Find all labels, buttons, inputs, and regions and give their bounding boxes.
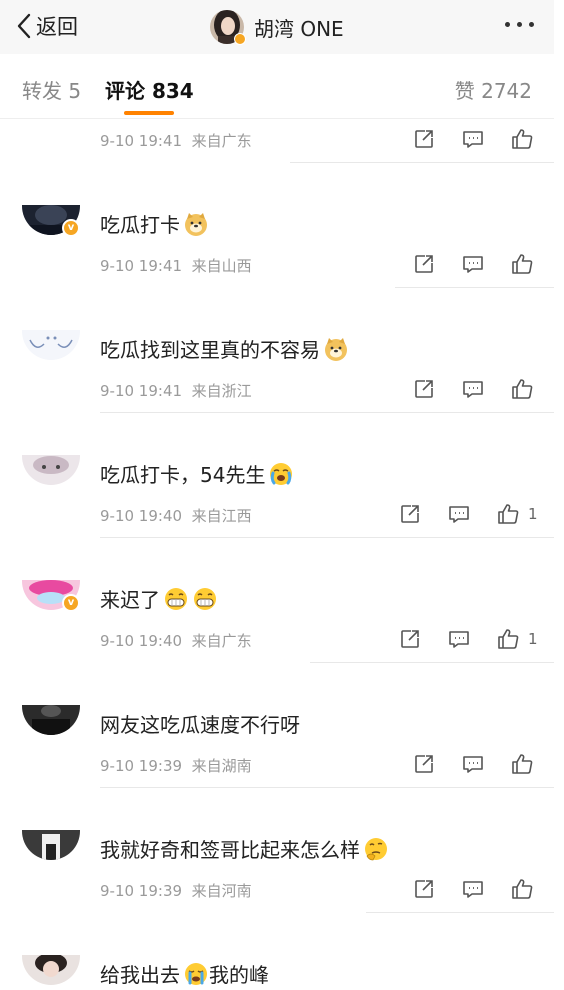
back-button[interactable]: 返回 <box>16 10 78 42</box>
chevron-left-icon <box>17 13 31 39</box>
like-count: 1 <box>528 505 538 523</box>
comment-text: 吃瓜打卡，54先生 <box>100 459 294 488</box>
like-button[interactable]: 1 <box>496 502 538 526</box>
comment-item: v 来迟了 9-10 19:40 来自广东 1 <box>0 580 554 665</box>
comment-item: 网友这吃瓜速度不行呀 9-10 19:39 来自湖南 <box>0 705 554 790</box>
comment-text: 来迟了 <box>100 584 218 613</box>
comment-text: 我就好奇和签哥比起来怎么样 <box>100 834 389 863</box>
divider <box>395 287 554 288</box>
comment-icon[interactable] <box>461 752 485 776</box>
like-icon[interactable] <box>510 877 534 901</box>
divider <box>100 412 554 413</box>
comment-icon[interactable] <box>461 377 485 401</box>
comment-item: 我就好奇和签哥比起来怎么样 9-10 19:39 来自河南 <box>0 830 554 915</box>
divider <box>310 662 554 663</box>
verified-badge-icon: v <box>62 594 80 612</box>
like-button[interactable]: 1 <box>496 627 538 651</box>
divider <box>366 912 554 913</box>
share-icon[interactable] <box>412 127 436 151</box>
divider <box>100 787 554 788</box>
doge-emoji-icon <box>185 212 207 236</box>
comment-meta: 9-10 19:41 来自广东 <box>100 132 252 150</box>
avatar[interactable] <box>22 955 80 985</box>
grin-emoji-icon <box>194 587 216 610</box>
verified-badge-icon: v <box>62 219 80 237</box>
comment-meta: 9-10 19:41 来自山西 <box>100 257 252 275</box>
comment-item: 9-10 19:41 来自广东 <box>0 120 554 165</box>
like-icon[interactable] <box>510 127 534 151</box>
comment-item: 吃瓜找到这里真的不容易 9-10 19:41 来自浙江 <box>0 330 554 415</box>
author-avatar <box>210 10 246 45</box>
avatar[interactable] <box>22 830 80 860</box>
comment-meta: 9-10 19:39 来自河南 <box>100 882 252 900</box>
comment-item: v 吃瓜打卡 9-10 19:41 来自山西 <box>0 205 554 290</box>
divider <box>100 537 554 538</box>
comment-icon[interactable] <box>461 252 485 276</box>
like-count: 1 <box>528 630 538 648</box>
comment-meta: 9-10 19:41 来自浙江 <box>100 382 252 400</box>
crying-emoji-icon <box>185 962 207 985</box>
comment-meta: 9-10 19:40 来自江西 <box>100 507 252 525</box>
tab-bar: 转发 5 评论 834 赞 2742 <box>0 55 554 119</box>
share-icon[interactable] <box>398 502 422 526</box>
comment-icon[interactable] <box>447 627 471 651</box>
tab-comments[interactable]: 评论 834 <box>105 75 194 104</box>
comment-item: 给我出去 我的峰 <box>0 955 554 990</box>
comment-meta: 9-10 19:39 来自湖南 <box>100 757 252 775</box>
back-label: 返回 <box>36 15 78 39</box>
comment-meta: 9-10 19:40 来自广东 <box>100 632 252 650</box>
like-icon[interactable] <box>510 252 534 276</box>
divider <box>0 118 554 119</box>
comment-text: 网友这吃瓜速度不行呀 <box>100 713 300 737</box>
like-icon[interactable] <box>510 752 534 776</box>
share-icon[interactable] <box>412 752 436 776</box>
share-icon[interactable] <box>398 627 422 651</box>
post-author[interactable]: 胡湾 ONE <box>210 9 344 45</box>
comment-item: 吃瓜打卡，54先生 9-10 19:40 来自江西 1 <box>0 455 554 540</box>
doge-emoji-icon <box>325 337 347 361</box>
avatar[interactable] <box>22 705 80 735</box>
crying-emoji-icon <box>270 462 293 485</box>
page-title: 胡湾 ONE <box>254 16 344 41</box>
divider <box>290 162 554 163</box>
share-icon[interactable] <box>412 877 436 901</box>
verified-badge-icon <box>234 33 246 45</box>
thinking-emoji-icon <box>365 837 387 860</box>
like-icon[interactable] <box>510 377 534 401</box>
share-icon[interactable] <box>412 377 436 401</box>
share-icon[interactable] <box>412 252 436 276</box>
active-tab-indicator <box>124 111 174 115</box>
comment-icon[interactable] <box>461 127 485 151</box>
like-icon[interactable] <box>496 627 520 651</box>
comment-text: 吃瓜找到这里真的不容易 <box>100 334 349 363</box>
comment-text: 给我出去 我的峰 <box>100 959 269 988</box>
avatar[interactable] <box>22 330 80 360</box>
like-icon[interactable] <box>496 502 520 526</box>
comment-icon[interactable] <box>447 502 471 526</box>
comment-text: 吃瓜打卡 <box>100 209 209 238</box>
more-options-icon[interactable] <box>505 22 534 27</box>
avatar[interactable] <box>22 455 80 485</box>
tab-likes[interactable]: 赞 2742 <box>455 75 532 104</box>
grin-emoji-icon <box>165 587 187 610</box>
top-navigation-bar: 返回 胡湾 ONE <box>0 0 554 54</box>
tab-reposts[interactable]: 转发 5 <box>22 75 81 104</box>
comment-icon[interactable] <box>461 877 485 901</box>
